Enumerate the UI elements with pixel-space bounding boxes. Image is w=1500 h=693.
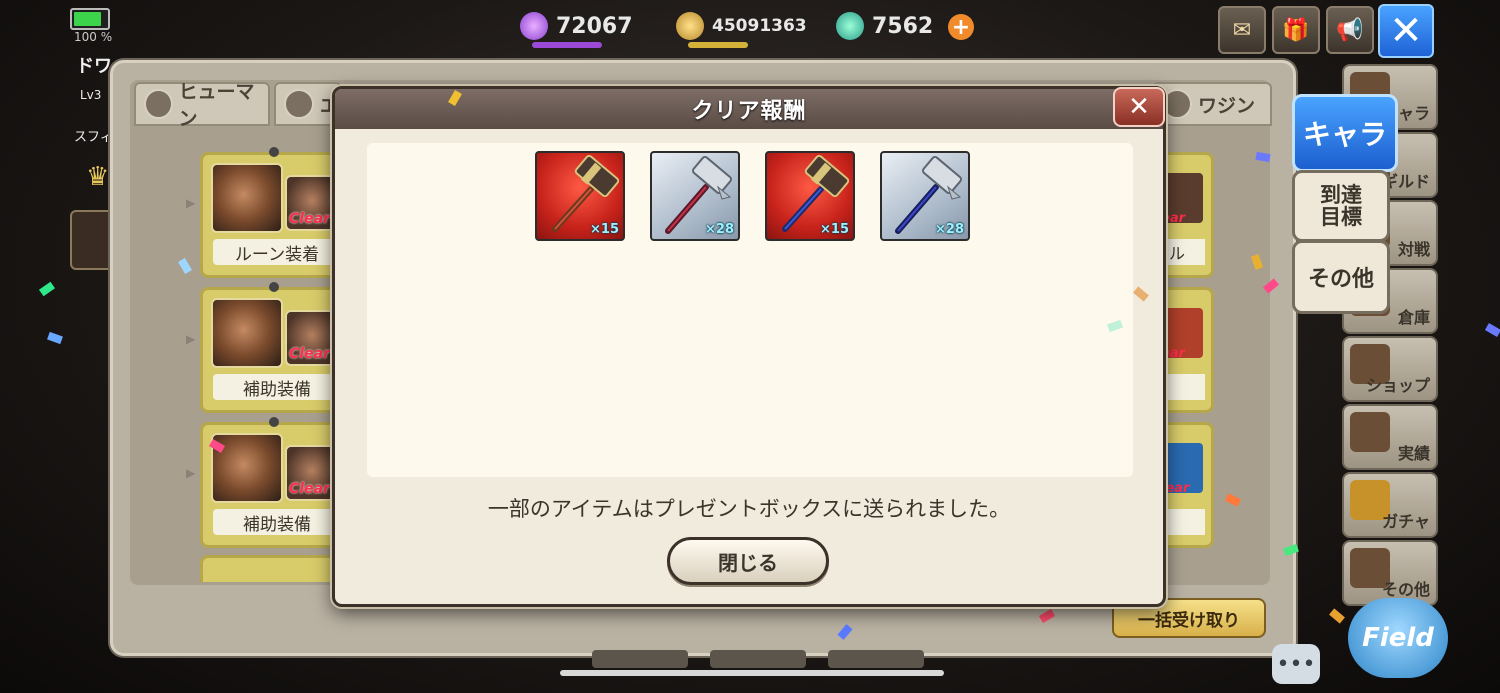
field-button[interactable]: Field: [1348, 598, 1448, 678]
crystal-count: 72067: [556, 13, 633, 39]
chat-icon: •••: [1276, 651, 1316, 677]
gem-icon: [836, 12, 864, 40]
mission-card[interactable]: Clear 補助装備: [200, 282, 346, 413]
gift-icon: 🎁: [1282, 17, 1310, 43]
bottom-tab[interactable]: [592, 650, 688, 668]
menu-gacha[interactable]: ガチャ: [1342, 472, 1438, 538]
mail-button[interactable]: ✉: [1218, 6, 1266, 54]
mail-icon: ✉: [1232, 17, 1252, 43]
row-arrow-icon: ▶: [186, 332, 196, 346]
wajin-race-icon: [1162, 89, 1192, 119]
battery-percent: 100 %: [74, 30, 113, 44]
reward-item[interactable]: ×28: [880, 151, 970, 241]
close-screen-button[interactable]: ✕: [1378, 4, 1434, 58]
tab-other[interactable]: その他: [1292, 240, 1390, 314]
reward-item[interactable]: ×28: [650, 151, 740, 241]
mission-card[interactable]: Clear 補助装備: [200, 417, 346, 548]
mission-label: ルーン装着: [213, 239, 341, 265]
mission-card[interactable]: Clear ルーン装着: [200, 147, 346, 278]
coin-icon: [676, 12, 704, 40]
crystal-icon: [520, 12, 548, 40]
battery-icon: [70, 8, 110, 30]
item-quantity: ×28: [935, 222, 964, 237]
close-button[interactable]: 閉じる: [667, 537, 829, 585]
menu-shop[interactable]: ショップ: [1342, 336, 1438, 402]
gift-button[interactable]: 🎁: [1272, 6, 1320, 54]
player-name: ドワ: [76, 56, 112, 77]
confetti: [1484, 323, 1500, 337]
gem-count: 7562: [872, 13, 934, 39]
announcement-button[interactable]: 📢: [1326, 6, 1374, 54]
home-indicator: [560, 670, 944, 676]
menu-achievements[interactable]: 実績: [1342, 404, 1438, 470]
row-arrow-icon: ▶: [186, 466, 196, 480]
clear-badge: Clear: [289, 211, 330, 227]
confetti: [1329, 608, 1345, 624]
bottom-tab[interactable]: [710, 650, 806, 668]
character-portrait: [211, 163, 283, 233]
human-race-icon: [144, 89, 173, 119]
row-arrow-icon: ▶: [186, 196, 196, 210]
confetti: [38, 281, 56, 297]
mission-label: 補助装備: [213, 509, 341, 535]
reward-item[interactable]: ×15: [535, 151, 625, 241]
resource-gem: 7562 +: [836, 6, 974, 46]
mission-card-partial: [200, 555, 346, 582]
tab-chara[interactable]: キャラ: [1292, 94, 1398, 172]
add-gem-button[interactable]: +: [948, 14, 974, 40]
reward-list: ×15 ×28 ×15 ×28: [367, 143, 1133, 477]
close-icon: ✕: [1128, 92, 1150, 122]
resource-crystal: 72067: [520, 6, 633, 48]
megaphone-icon: 📢: [1336, 17, 1364, 43]
clear-badge: Clear: [289, 346, 330, 362]
menu-other[interactable]: その他: [1342, 540, 1438, 606]
item-quantity: ×15: [820, 222, 849, 237]
dialog-close-button[interactable]: ✕: [1113, 87, 1165, 127]
reward-item[interactable]: ×15: [765, 151, 855, 241]
tab-wajin[interactable]: ワジン: [1152, 82, 1272, 126]
character-portrait: [211, 298, 283, 368]
player-sub-label: スフィ: [74, 130, 113, 145]
clear-reward-dialog: クリア報酬 ✕ ×15 ×28 ×15 ×28 一部のアイテムはプレゼントボック…: [332, 86, 1166, 607]
item-quantity: ×15: [590, 222, 619, 237]
chat-button[interactable]: •••: [1272, 644, 1320, 684]
player-level: Lv3: [80, 88, 102, 102]
coin-count: 45091363: [712, 16, 807, 36]
close-icon: ✕: [1389, 8, 1423, 54]
confetti: [47, 331, 63, 345]
tab-human[interactable]: ヒューマン: [134, 81, 270, 130]
resource-coin: 45091363: [676, 6, 807, 48]
clear-badge: Clear: [289, 481, 330, 497]
elf-race-icon: [284, 89, 314, 119]
present-box-notice: 一部のアイテムはプレゼントボックスに送られました。: [487, 497, 1011, 521]
tab-goals[interactable]: 到達 目標: [1292, 170, 1390, 242]
mission-label: 補助装備: [213, 374, 341, 400]
bottom-tab[interactable]: [828, 650, 924, 668]
item-quantity: ×28: [705, 222, 734, 237]
